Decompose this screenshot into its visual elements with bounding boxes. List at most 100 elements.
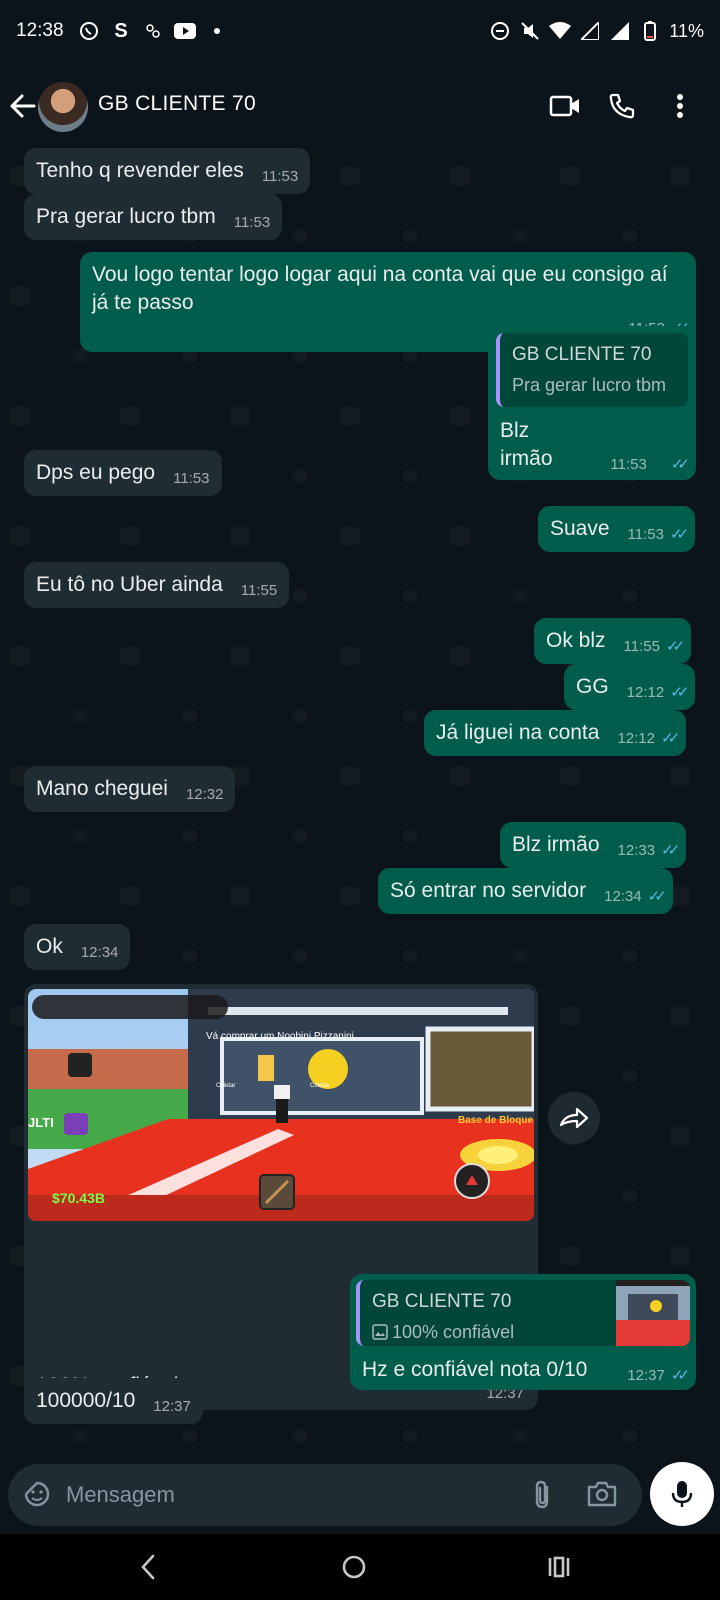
message-incoming[interactable]: 100000/10 12:37 <box>24 1378 203 1424</box>
mute-icon <box>519 20 541 42</box>
image-icon <box>372 1320 388 1348</box>
message-incoming[interactable]: Pra gerar lucro tbm 11:53 <box>24 194 283 240</box>
chat-area[interactable]: Tenho q revender eles 11:53 Pra gerar luc… <box>0 146 720 1460</box>
message-text: Eu tô no Uber ainda <box>36 573 223 596</box>
message-time: 11:55 <box>623 638 660 655</box>
message-incoming[interactable]: Mano cheguei 12:32 <box>24 766 236 812</box>
message-outgoing-reply[interactable]: GB CLIENTE 70 100% confiável Hz e confiá… <box>350 1274 696 1390</box>
read-ticks-icon: ✓✓ <box>661 842 680 859</box>
more-options-icon[interactable] <box>662 88 698 124</box>
read-ticks-icon: ✓✓ <box>661 730 680 747</box>
message-incoming[interactable]: Tenho q revender eles 11:53 <box>24 148 311 194</box>
game-base-text: Base de Bloque <box>458 1115 533 1126</box>
quoted-image-line: 100% confiável <box>372 1318 600 1348</box>
video-call-icon[interactable] <box>547 88 583 124</box>
game-collect-text-2: Coletar <box>310 1083 329 1089</box>
avatar[interactable] <box>38 82 88 132</box>
camera-icon[interactable] <box>586 1479 618 1514</box>
message-text: Ok blz <box>546 629 606 652</box>
voice-call-icon[interactable] <box>604 88 640 124</box>
quoted-message[interactable]: GB CLIENTE 70 Pra gerar lucro tbm <box>496 333 688 407</box>
microphone-icon <box>671 1481 693 1507</box>
nav-recents-icon[interactable] <box>546 1552 572 1587</box>
nav-home-icon[interactable] <box>340 1552 368 1587</box>
read-ticks-icon: ✓✓ <box>670 456 690 473</box>
wifi-icon <box>549 20 572 42</box>
message-text: Vou logo tentar logo logar aqui na conta… <box>92 263 668 314</box>
message-time: 11:55 <box>240 582 278 599</box>
game-collect-text-1: Coletar <box>216 1083 235 1089</box>
battery-percent: 11% <box>669 20 704 41</box>
forward-icon[interactable] <box>548 1092 600 1144</box>
system-icons: 11% <box>489 20 704 42</box>
message-composer: Mensagem <box>8 1464 642 1526</box>
message-text: Suave <box>550 517 610 540</box>
quoted-text: Pra gerar lucro tbm <box>512 375 667 395</box>
read-ticks-icon: ✓✓ <box>647 888 667 905</box>
message-text: Ok <box>36 935 63 958</box>
message-text: Mano cheguei <box>36 777 168 800</box>
system-nav-bar <box>0 1534 720 1600</box>
back-arrow-icon[interactable] <box>8 86 42 126</box>
message-text: Hz e confiável nota 0/10 <box>362 1358 588 1381</box>
message-outgoing[interactable]: Blz irmão 12:33 ✓✓ <box>500 822 687 868</box>
message-time: 12:12 <box>626 684 665 701</box>
message-time: 11:53 <box>261 168 299 185</box>
game-money-text: $70.43B <box>52 1190 105 1206</box>
chat-header: GB CLIENTE 70 <box>0 66 720 146</box>
quoted-text: 100% confiável <box>392 1322 515 1342</box>
signal-icon-1 <box>579 20 601 42</box>
message-text: Pra gerar lucro tbm <box>36 205 216 228</box>
quoted-name: GB CLIENTE 70 <box>512 344 652 365</box>
message-time: 12:33 <box>617 842 656 859</box>
status-bar: 12:38 S 11% <box>0 0 720 66</box>
nav-back-icon[interactable] <box>138 1552 158 1587</box>
message-time: 12:34 <box>604 888 642 905</box>
quoted-image-thumbnail <box>616 1280 690 1346</box>
message-text: Já liguei na conta <box>436 721 600 744</box>
message-incoming[interactable]: Dps eu pego 11:53 <box>24 450 222 496</box>
message-time: 12:12 <box>617 730 655 747</box>
message-outgoing[interactable]: Ok blz 11:55 ✓✓ <box>534 618 692 664</box>
message-outgoing[interactable]: GG 12:12 ✓✓ <box>564 664 696 710</box>
message-incoming[interactable]: Ok 12:34 <box>24 924 131 970</box>
message-outgoing[interactable]: Já liguei na conta 12:12 ✓✓ <box>424 710 687 756</box>
sticker-emoji-icon[interactable] <box>22 1479 52 1514</box>
message-time: 12:37 <box>627 1367 665 1384</box>
message-outgoing-reply[interactable]: GB CLIENTE 70 Pra gerar lucro tbm Blz ir… <box>488 326 696 480</box>
message-text: GG <box>576 675 609 698</box>
battery-icon <box>639 20 661 42</box>
message-incoming[interactable]: Eu tô no Uber ainda 11:55 <box>24 562 290 608</box>
signal-icon-2 <box>609 20 631 42</box>
game-screenshot-image[interactable]: Vá comprar um Noobini Pizzanini Base de … <box>28 989 534 1221</box>
message-time: 12:37 <box>153 1398 191 1415</box>
microphone-button[interactable] <box>650 1462 714 1526</box>
attach-clip-icon[interactable] <box>530 1479 556 1516</box>
message-input[interactable]: Mensagem <box>66 1482 175 1508</box>
quoted-message[interactable]: GB CLIENTE 70 100% confiável <box>356 1280 690 1346</box>
game-side-text: JLTI <box>28 1115 54 1130</box>
read-ticks-icon: ✓✓ <box>670 1367 690 1384</box>
read-ticks-icon: ✓✓ <box>665 638 685 655</box>
message-text: Só entrar no servidor <box>390 879 587 902</box>
quoted-name: GB CLIENTE 70 <box>372 1291 512 1312</box>
message-time: 11:53 <box>173 470 210 487</box>
read-ticks-icon: ✓✓ <box>669 526 689 543</box>
message-outgoing[interactable]: Suave 11:53 ✓✓ <box>538 506 696 552</box>
app-notification-icon <box>142 20 164 42</box>
message-time: 12:32 <box>185 786 224 803</box>
more-notifications-dot-icon <box>206 20 228 42</box>
message-text: 100000/10 <box>36 1389 136 1412</box>
message-text: Tenho q revender eles <box>36 159 244 182</box>
message-time: 11:53 <box>610 456 647 473</box>
whatsapp-icon <box>78 20 100 42</box>
contact-name[interactable]: GB CLIENTE 70 <box>98 92 256 116</box>
message-time: 11:53 <box>233 214 271 231</box>
s-app-icon: S <box>114 19 128 42</box>
message-text: Blz irmão <box>512 833 600 856</box>
message-text: Blz irmão <box>500 419 553 470</box>
read-ticks-icon: ✓✓ <box>670 684 689 701</box>
message-outgoing[interactable]: Só entrar no servidor 12:34 ✓✓ <box>378 868 673 914</box>
youtube-icon <box>174 20 196 42</box>
status-time: 12:38 <box>16 20 64 41</box>
